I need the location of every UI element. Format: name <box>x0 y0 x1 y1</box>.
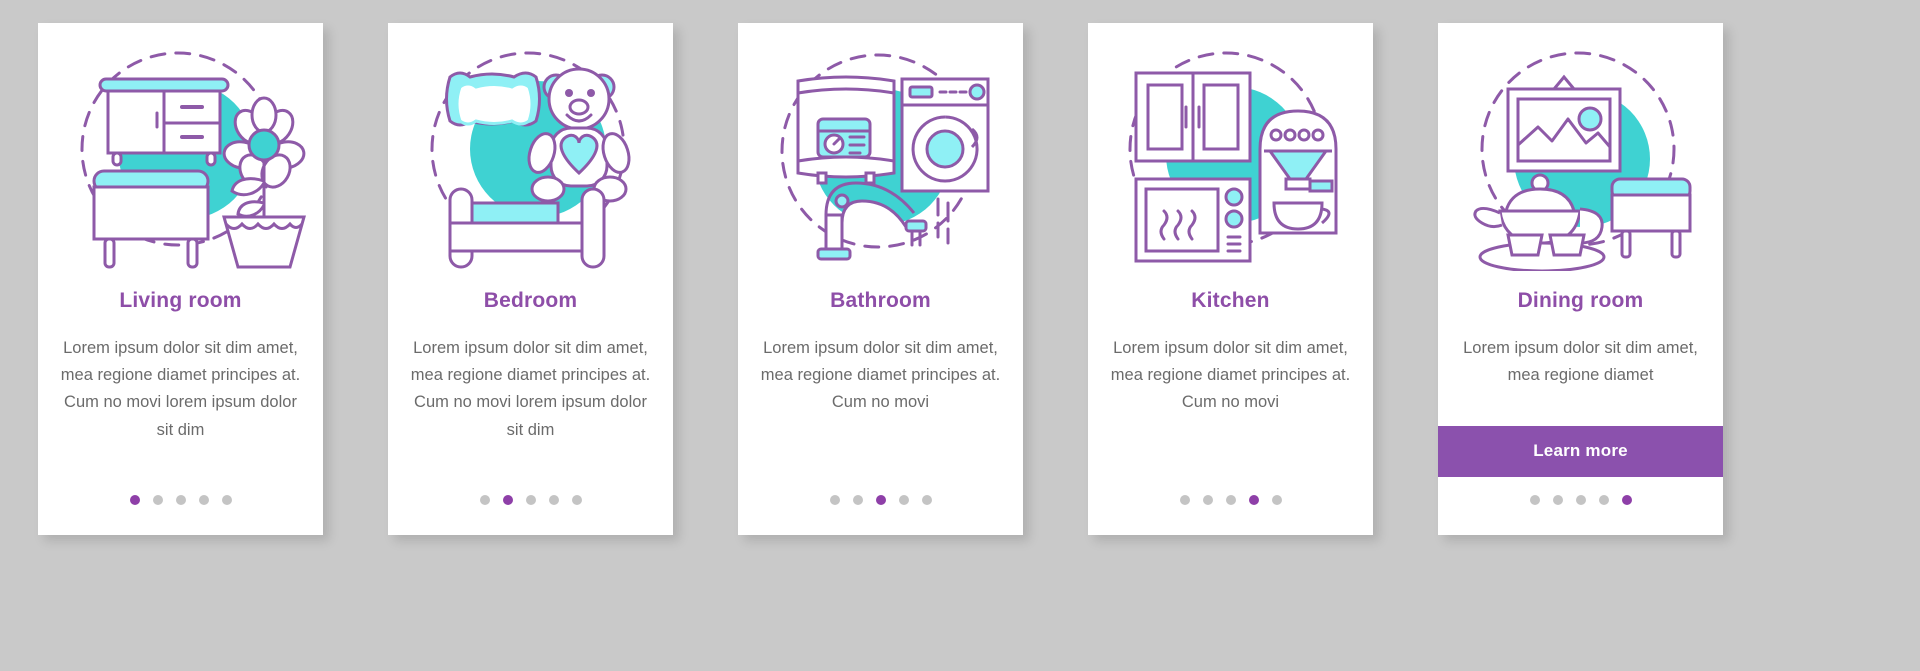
illustration-container <box>388 23 673 273</box>
card-body-text: Lorem ipsum dolor sit dim amet, mea regi… <box>760 339 1001 412</box>
pagination-dot-1[interactable] <box>829 495 840 505</box>
pagination-dot-5[interactable] <box>571 495 582 505</box>
pagination-dot-2[interactable] <box>152 495 163 505</box>
pagination-dot-1[interactable] <box>1529 495 1540 505</box>
card-title: Bedroom <box>483 289 578 312</box>
card-body-text: Lorem ipsum dolor sit dim amet, mea regi… <box>1110 339 1351 412</box>
onboarding-card-bedroom[interactable]: Bedroom Lorem ipsum dolor sit dim amet, … <box>388 23 673 535</box>
pagination-dot-3[interactable] <box>175 495 186 505</box>
pagination-dot-1[interactable] <box>129 495 140 505</box>
card-body-text: Lorem ipsum dolor sit dim amet, mea regi… <box>60 339 301 439</box>
card-title: Living room <box>119 289 242 312</box>
onboarding-card-living-room[interactable]: Living room Lorem ipsum dolor sit dim am… <box>38 23 323 535</box>
pagination-dot-4[interactable] <box>548 495 559 505</box>
dining-room-illustration <box>1472 51 1691 271</box>
pagination-dots[interactable] <box>1529 477 1632 535</box>
bedroom-illustration <box>430 51 630 269</box>
pagination-dot-4[interactable] <box>1598 495 1609 505</box>
living-room-illustration <box>80 51 306 269</box>
onboarding-card-bathroom[interactable]: Bathroom Lorem ipsum dolor sit dim amet,… <box>738 23 1023 535</box>
pagination-dot-5[interactable] <box>921 495 932 505</box>
pagination-dots[interactable] <box>1179 469 1282 535</box>
pagination-dot-5[interactable] <box>221 495 232 505</box>
learn-more-button[interactable]: Learn more <box>1438 426 1723 477</box>
pagination-dot-3[interactable] <box>1575 495 1586 505</box>
pagination-dot-5[interactable] <box>1271 495 1282 505</box>
pagination-dot-5[interactable] <box>1621 495 1632 505</box>
card-title: Kitchen <box>1191 289 1270 312</box>
bathroom-illustration <box>780 53 989 261</box>
illustration-container <box>738 23 1023 273</box>
pagination-dot-2[interactable] <box>852 495 863 505</box>
pagination-dots[interactable] <box>829 469 932 535</box>
card-title: Bathroom <box>830 289 931 312</box>
pagination-dot-4[interactable] <box>898 495 909 505</box>
card-body-text: Lorem ipsum dolor sit dim amet, mea regi… <box>1463 339 1698 385</box>
pagination-dot-3[interactable] <box>875 495 886 505</box>
pagination-dot-2[interactable] <box>502 495 513 505</box>
card-title: Dining room <box>1517 289 1644 312</box>
pagination-dot-3[interactable] <box>525 495 536 505</box>
illustration-container <box>1438 23 1723 273</box>
kitchen-illustration <box>1128 51 1337 263</box>
pagination-dot-4[interactable] <box>198 495 209 505</box>
pagination-dot-4[interactable] <box>1248 495 1259 505</box>
pagination-dots[interactable] <box>479 469 582 535</box>
illustration-container <box>38 23 323 273</box>
pagination-dot-1[interactable] <box>1179 495 1190 505</box>
card-body-text: Lorem ipsum dolor sit dim amet, mea regi… <box>410 339 651 439</box>
pagination-dot-3[interactable] <box>1225 495 1236 505</box>
illustration-container <box>1088 23 1373 273</box>
onboarding-card-dining-room[interactable]: Dining room Lorem ipsum dolor sit dim am… <box>1438 23 1723 535</box>
pagination-dot-2[interactable] <box>1202 495 1213 505</box>
pagination-dots[interactable] <box>129 469 232 535</box>
pagination-dot-1[interactable] <box>479 495 490 505</box>
pagination-dot-2[interactable] <box>1552 495 1563 505</box>
onboarding-screens-board: Living room Lorem ipsum dolor sit dim am… <box>0 0 1920 671</box>
onboarding-card-kitchen[interactable]: Kitchen Lorem ipsum dolor sit dim amet, … <box>1088 23 1373 535</box>
